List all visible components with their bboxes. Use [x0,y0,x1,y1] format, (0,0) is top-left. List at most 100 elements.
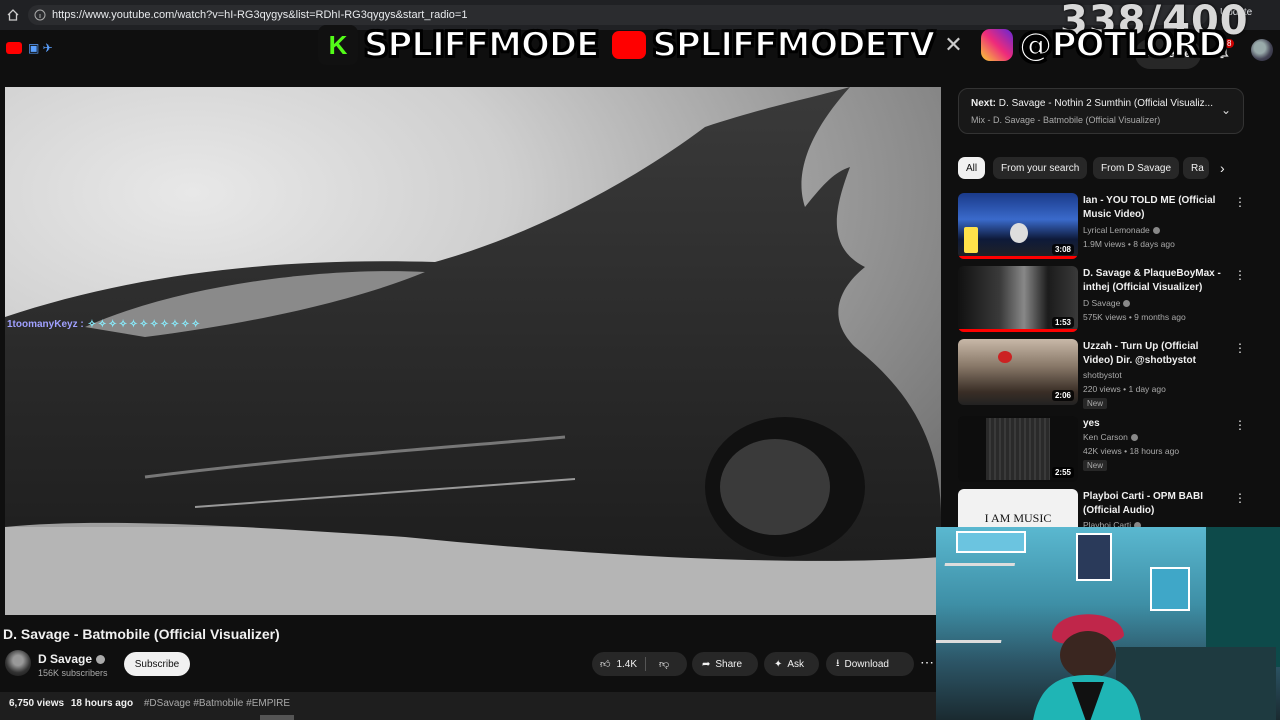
download-button[interactable]: ⭳ Download [826,652,914,676]
video-duration: 2:55 [1051,467,1074,478]
hashtags[interactable]: #DSavage #Batmobile #EMPIRE [144,698,290,709]
video-duration: 3:08 [1051,244,1074,255]
channel-name[interactable]: D Savage [1083,298,1131,308]
stream-social-banner: K SPLIFFMODE SPLIFFMODETV ✕ @POTLORD [318,14,1239,76]
chip-from-d-savage[interactable]: From D Savage [1093,157,1180,179]
download-icon: ⭳ [836,657,840,669]
subscriber-count: 156K subscribers [38,668,108,678]
chat-username: 1toomanyKeyz : [7,319,84,330]
verified-icon [1123,300,1131,308]
more-actions-icon[interactable]: ⋯ [920,654,934,671]
instagram-handle: @POTLORD [1018,24,1228,66]
video-meta: 1.9M views • 8 days ago [1083,239,1175,249]
chevron-right-icon[interactable]: › [1220,160,1225,176]
more-options-icon[interactable]: ⋮ [1234,268,1246,282]
up-next-title-line: Next: D. Savage - Nothin 2 Sumthin (Offi… [971,98,1221,109]
share-arrow-icon: ➦ [702,658,711,670]
video-title[interactable]: D. Savage & PlaqueBoyMax - inthej (Offic… [1083,267,1223,295]
recommendation-item[interactable]: 2:55 yes Ken Carson 42K views • 18 hours… [958,416,1248,486]
subscribe-button[interactable]: Subscribe [124,652,190,676]
more-options-icon[interactable]: ⋮ [1234,418,1246,432]
channel-avatar[interactable] [5,650,31,676]
chip-all[interactable]: All [958,157,986,179]
like-count: 1.4K [616,658,638,670]
video-title[interactable]: Ian - YOU TOLD ME (Official Music Video) [1083,194,1223,222]
up-next-panel[interactable]: Next: D. Savage - Nothin 2 Sumthin (Offi… [958,88,1244,134]
thumbnail-text: I AM MUSIC [984,511,1052,525]
upload-age: 18 hours ago [70,698,134,709]
chevron-down-icon[interactable]: ⌄ [1221,103,1231,117]
channel-name-text: Lyrical Lemonade [1083,225,1150,235]
channel-name[interactable]: Ken Carson [1083,432,1138,442]
recommendation-item[interactable]: 1:53 D. Savage & PlaqueBoyMax - inthej (… [958,266,1248,336]
video-thumbnail[interactable]: 2:06 [958,339,1078,405]
video-thumbnail[interactable]: 2:55 [958,416,1078,482]
channel-name-text: Ken Carson [1083,432,1128,442]
home-icon[interactable] [6,8,20,22]
video-title[interactable]: Playboi Carti - OPM BABI (Official Audio… [1083,490,1223,518]
verified-icon [96,655,106,665]
video-title[interactable]: Uzzah - Turn Up (Official Video) Dir. @s… [1083,340,1223,368]
channel-name-text: D Savage [38,652,93,666]
video-thumbnail[interactable]: 1:53 [958,266,1078,332]
scrollbar-thumb[interactable] [260,715,294,720]
share-label: Share [715,658,743,670]
more-options-icon[interactable]: ⋮ [1234,491,1246,505]
watch-progress-bar [958,329,1078,332]
ask-button[interactable]: ✦ Ask [764,652,819,676]
chip-related[interactable]: Ra [1183,157,1209,179]
watch-progress-bar [958,256,1078,259]
recommendation-item[interactable]: 3:08 Ian - YOU TOLD ME (Official Music V… [958,193,1248,263]
video-duration: 1:53 [1051,317,1074,328]
streamer-webcam [936,527,1280,720]
ask-label: Ask [787,658,805,670]
youtube-social-logo-icon [612,31,647,59]
kick-handle: SPLIFFMODE [363,24,600,66]
instagram-logo-icon [980,29,1013,61]
wheel-rim [720,439,830,535]
more-options-icon[interactable]: ⋮ [1234,341,1246,355]
channel-name-text: D Savage [1083,298,1121,308]
description-meta: 6,750 views 18 hours ago #DSavage #Batmo… [9,698,290,709]
like-button[interactable]: 👍︎ 1.4K [592,657,647,671]
new-badge: New [1083,460,1108,471]
video-meta: 42K views • 18 hours ago [1083,446,1180,456]
more-options-icon[interactable]: ⋮ [1234,195,1246,209]
thumbs-down-icon: 👎︎ [659,659,670,670]
video-player[interactable]: 1toomanyKeyz : ✧✧✧✧✧✧✧✧✧✧✧ [5,87,941,615]
account-avatar[interactable] [1251,39,1273,61]
share-button[interactable]: ➦ Share [692,652,758,676]
close-icon: ✕ [944,32,963,57]
video-meta: 220 views • 1 day ago [1083,384,1166,394]
channel-name[interactable]: Lyrical Lemonade [1083,225,1160,235]
thumbs-up-icon: 👍︎ [600,659,611,670]
video-title[interactable]: yes [1083,417,1223,431]
chat-emotes: ✧✧✧✧✧✧✧✧✧✧✧ [87,319,202,330]
new-badge: New [1083,398,1108,409]
kick-logo-icon: K [318,25,358,65]
youtube-logo-icon[interactable] [6,42,22,54]
chat-message: 1toomanyKeyz : ✧✧✧✧✧✧✧✧✧✧✧ [7,319,202,330]
video-duration: 2:06 [1051,390,1074,401]
download-label: Download [844,658,889,670]
dislike-button[interactable]: 👎︎ [651,658,677,670]
video-meta: 575K views • 9 months ago [1083,312,1186,322]
youtube-handle: SPLIFFMODETV [651,24,936,66]
recommendation-item[interactable]: 2:06 Uzzah - Turn Up (Official Video) Di… [958,339,1248,409]
like-dislike-bar: 👍︎ 1.4K 👎︎ [592,652,687,676]
up-next-prefix: Next: [971,98,997,109]
up-next-mix: Mix - D. Savage - Batmobile (Official Vi… [971,115,1161,125]
site-info-icon[interactable] [34,9,46,21]
video-thumbnail[interactable]: 3:08 [958,193,1078,259]
channel-name[interactable]: shotbystot [1083,370,1122,380]
extension-icons[interactable]: ▣ ✈ [28,41,53,55]
streamer [1033,614,1141,720]
verified-icon [1130,434,1138,442]
video-title: D. Savage - Batmobile (Official Visualiz… [3,626,280,642]
verified-icon [1152,227,1160,235]
view-count: 6,750 views [9,698,65,709]
sparkle-icon: ✦ [774,658,783,670]
chip-from-your-search[interactable]: From your search [993,157,1088,179]
batmobile-frame [5,87,941,615]
channel-name-link[interactable]: D Savage [38,652,106,666]
